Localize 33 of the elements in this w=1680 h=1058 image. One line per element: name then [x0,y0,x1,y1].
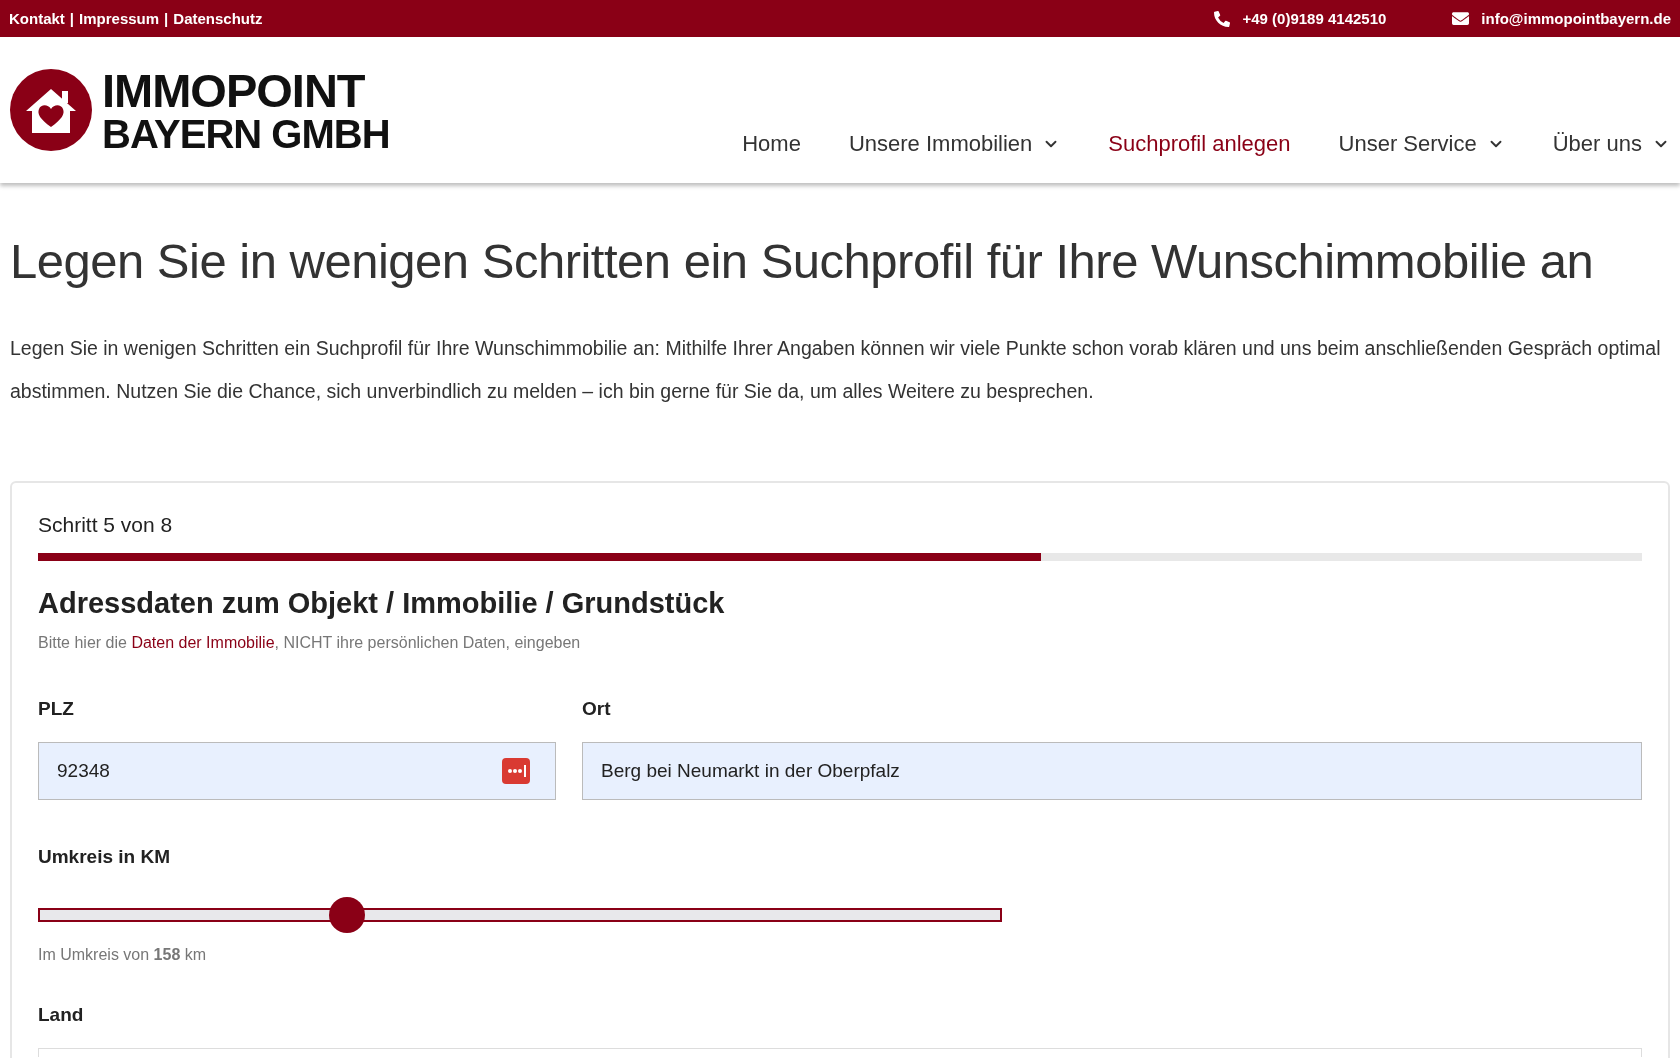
radius-reading: Im Umkreis von 158 km [38,946,208,964]
field-label: PLZ [38,698,75,720]
top-link[interactable]: Kontakt [9,10,65,27]
hint-link[interactable]: Daten der Immobilie [131,634,275,651]
input-field[interactable]: 92348 [38,742,556,800]
step-indicator: Schritt 5 von 8 [38,513,174,537]
nav-link[interactable]: Über uns [1552,131,1670,157]
separator: | [164,10,169,27]
phone-number: +49 (0)9189 4142510 [1242,10,1387,27]
top-link[interactable]: Datenschutz [173,10,263,27]
top-link[interactable]: Impressum [79,10,160,27]
dots-icon [502,758,530,784]
nav-link[interactable]: Home [742,131,801,157]
separator: | [69,10,75,27]
field-label: Umkreis in KM [38,846,170,867]
envelope-icon [1452,10,1470,27]
intro-paragraph: Legen Sie in wenigen Schritten ein Suchprofil für Ihre Wunschimmobilie an: Mithilfe Ihrer Angaben können wir viele Punkte schon vorab klären und uns beim anschließenden Gespräch optimal abstimmen. Nutzen Sie die Chance, sich unverbindlich zu melden – ich bin gerne für Sie da, um alles Weitere zu besprechen. [10,336,1662,404]
section-title: Adressdaten zum Objekt / Immobilie / Grundstück [38,587,726,620]
page-title: Legen Sie in wenigen Schritten ein Suchprofil für Ihre Wunschimmobilie an [10,233,1595,289]
hint-text: Bitte hier die Daten der Immobilie, NICHT ihre persönlichen Daten, eingeben [38,634,582,652]
phone-icon [1214,10,1231,27]
nav-link[interactable]: Unsere Immobilien [848,131,1061,157]
field-label: Ort [582,698,612,720]
input-field[interactable]: Berg bei Neumarkt in der Oberpfalz [582,742,1642,800]
logo-text: IMMOPOINT [102,66,366,114]
field-label: Land [38,1004,84,1025]
nav-link[interactable]: Unser Service [1338,131,1505,157]
nav-link[interactable]: Suchprofil anlegen [1108,131,1291,157]
slider-thumb[interactable] [329,897,366,933]
phone-link[interactable]: +49 (0)9189 4142510 [1214,10,1387,27]
input-field[interactable] [38,1048,1642,1057]
logo-icon [10,69,92,151]
logo-text: BAYERN GMBH [102,113,390,154]
